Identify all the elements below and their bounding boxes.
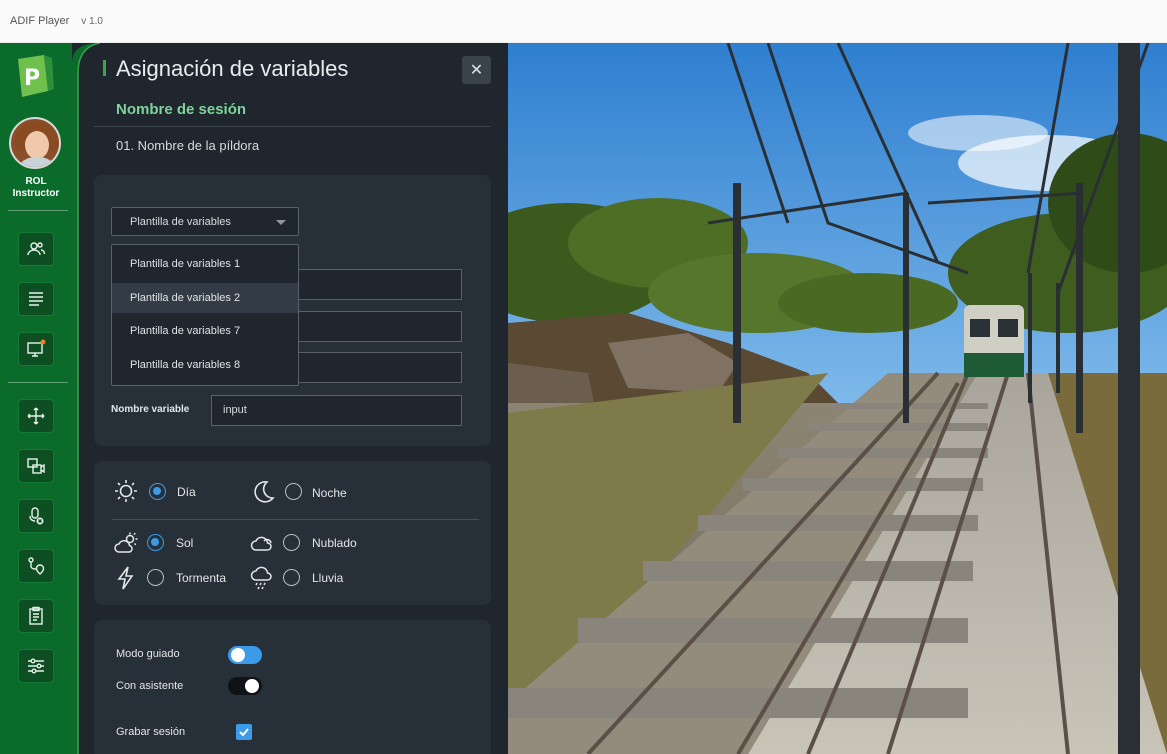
label-dia: Día <box>177 485 196 499</box>
avatar[interactable] <box>9 117 61 169</box>
check-icon <box>239 728 249 737</box>
cloud-icon <box>250 536 272 551</box>
session-name: Nombre de sesión <box>116 101 247 118</box>
label-sol: Sol <box>176 536 194 550</box>
option-label: Plantilla de variables 8 <box>130 359 241 371</box>
route-icon <box>28 557 45 575</box>
moon-icon <box>254 481 275 503</box>
list-icon <box>29 292 43 306</box>
app-window: ADIF Player v 1.0 P ROL Instructor Asign… <box>0 0 1167 754</box>
clipboard-icon <box>29 606 43 625</box>
simulation-viewport[interactable] <box>508 43 1167 754</box>
sun-icon <box>115 480 137 502</box>
panel-divider <box>94 126 491 127</box>
move-icon <box>27 407 45 425</box>
nav-sliders-button[interactable] <box>18 649 54 683</box>
camera-switch-icon <box>27 458 45 474</box>
title-bar: ADIF Player v 1.0 <box>0 0 1167 43</box>
pill-name: 01. Nombre de la píldora <box>116 138 260 153</box>
radio-lluvia[interactable] <box>283 569 300 586</box>
lightning-icon <box>117 566 134 590</box>
users-icon <box>27 242 46 256</box>
adif-logo-icon: P <box>18 55 54 97</box>
guided-mode-toggle[interactable] <box>228 646 262 664</box>
app-name: ADIF Player <box>10 15 70 27</box>
nav-camera-switch-button[interactable] <box>18 449 54 483</box>
sidebar-divider <box>8 382 68 383</box>
conditions-divider <box>112 519 479 520</box>
user-role: ROL Instructor <box>0 176 72 200</box>
monitor-icon <box>27 339 46 357</box>
partly-sunny-icon <box>114 532 138 553</box>
radio-dia[interactable] <box>149 483 166 500</box>
nav-clipboard-button[interactable] <box>18 599 54 633</box>
dropdown-option[interactable]: Plantilla de variables 1 <box>112 249 298 279</box>
panel-title: Asignación de variables <box>116 56 349 81</box>
template-select[interactable]: Plantilla de variables <box>111 207 299 236</box>
app-version: v 1.0 <box>81 15 103 27</box>
chevron-down-icon <box>276 220 286 225</box>
close-icon: ✕ <box>469 62 484 79</box>
sidebar: P ROL Instructor <box>0 43 72 754</box>
option-label: Plantilla de variables 1 <box>130 258 241 270</box>
role-label: ROL <box>25 176 47 187</box>
nav-move-button[interactable] <box>18 399 54 433</box>
option-label: Plantilla de variables 7 <box>130 325 241 337</box>
assistant-label: Con asistente <box>116 680 184 692</box>
nav-list-button[interactable] <box>18 282 54 316</box>
radio-nublado[interactable] <box>283 534 300 551</box>
close-button[interactable]: ✕ <box>462 56 491 84</box>
svg-text:P: P <box>24 66 40 91</box>
title-accent <box>103 60 106 76</box>
label-lluvia: Lluvia <box>312 571 344 585</box>
record-label: Grabar sesión <box>116 726 186 738</box>
dropdown-option[interactable]: Plantilla de variables 7 <box>112 316 298 346</box>
record-checkbox[interactable] <box>236 724 252 740</box>
nav-users-button[interactable] <box>18 232 54 266</box>
label-nublado: Nublado <box>312 536 357 550</box>
sidebar-divider <box>8 210 68 211</box>
nav-microphone-off-button[interactable] <box>18 499 54 533</box>
variable-name-input[interactable]: input <box>211 395 462 426</box>
option-label: Plantilla de variables 2 <box>130 292 241 304</box>
variable-name-label: Nombre variable <box>111 404 190 415</box>
nav-monitor-button[interactable] <box>18 332 54 366</box>
dropdown-option-highlighted[interactable]: Plantilla de variables 2 <box>112 283 298 313</box>
nav-route-button[interactable] <box>18 549 54 583</box>
role-name: Instructor <box>12 188 60 199</box>
guided-mode-label: Modo guiado <box>116 648 180 660</box>
label-noche: Noche <box>312 486 347 500</box>
radio-tormenta[interactable] <box>147 569 164 586</box>
variable-name-value: input <box>223 404 247 416</box>
template-select-value: Plantilla de variables <box>130 216 231 228</box>
dropdown-option[interactable]: Plantilla de variables 8 <box>112 350 298 380</box>
label-tormenta: Tormenta <box>176 571 227 585</box>
assistant-toggle[interactable] <box>228 677 262 695</box>
radio-noche[interactable] <box>285 483 302 500</box>
microphone-off-icon <box>29 507 44 525</box>
sliders-icon <box>28 658 44 674</box>
radio-sol[interactable] <box>147 534 164 551</box>
rain-icon <box>250 566 272 590</box>
template-dropdown: Plantilla de variables 1 Plantilla de va… <box>111 244 299 386</box>
